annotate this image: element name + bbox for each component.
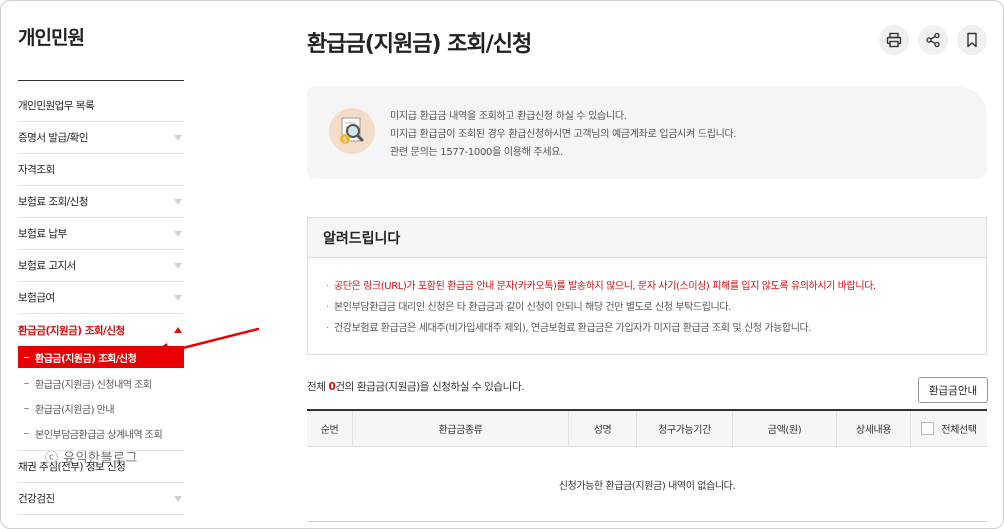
column-header-detail: 상세내용: [837, 411, 911, 446]
annotation-arrow-icon: [145, 327, 260, 361]
chevron-down-icon: [174, 262, 182, 269]
sidebar-item-label: 환급금(지원금) 조회/신청: [18, 324, 125, 337]
select-all-label: 전체선택: [941, 425, 977, 436]
chevron-down-icon: [174, 230, 182, 237]
sidebar-subitem-label: 환급금(지원금) 신청내역 조회: [35, 380, 152, 391]
notice-item: · 본인부담환급금 대리인 신청은 타 환급금과 같이 신청이 안되니 해당 건만…: [326, 302, 731, 313]
sidebar-item-label: 보험급여: [18, 292, 55, 304]
refund-guide-button[interactable]: 환급금안내: [918, 377, 988, 403]
sidebar-item-health-checkup[interactable]: 건강검진: [18, 483, 184, 515]
bookmark-icon: [967, 32, 977, 48]
svg-text:$: $: [343, 136, 347, 144]
sidebar-item-label: 보험료 조회/신청: [18, 196, 89, 208]
page-frame: 개인민원 개인민원업무 목록 증명서 발급/확인 자격조회 보험료 조회/신청 …: [0, 0, 1004, 529]
checkbox-icon: [921, 422, 935, 435]
sidebar-item-label: 보험료 납부: [18, 228, 67, 240]
notice-box: 알려드립니다 · 공단은 링크(URL)가 포함된 환급금 안내 문자(카카오톡)…: [307, 217, 987, 355]
share-button[interactable]: [918, 25, 948, 55]
column-header-number: 순번: [307, 411, 353, 446]
info-line: 미지급 환급금 내역을 조회하고 환급신청 하실 수 있습니다.: [390, 111, 627, 122]
sidebar-subitem-refund-history[interactable]: 환급금(지원금) 신청내역 조회: [18, 371, 184, 396]
sidebar-item-premium-bill[interactable]: 보험료 고지서: [18, 250, 184, 282]
chevron-down-icon: [174, 495, 182, 502]
watermark: ⓒ 유익한블로그: [45, 451, 138, 466]
sidebar-item-label: 건강검진: [18, 493, 55, 505]
sidebar-item-label: 보험료 고지서: [18, 260, 76, 272]
sidebar-item-premium-inquiry[interactable]: 보험료 조회/신청: [18, 186, 184, 218]
table-header: 순번 환급금종류 성명 청구가능기간 금액(원) 상세내용 전체선택: [307, 411, 987, 447]
sidebar-subitem-label: 본인부담금환급금 상계내역 조회: [35, 430, 163, 441]
notice-title: 알려드립니다: [308, 218, 986, 258]
info-line: 관련 문의는 1577-1000을 이용해 주세요.: [390, 147, 564, 158]
sidebar-item-premium-payment[interactable]: 보험료 납부: [18, 218, 184, 250]
dash-icon: [24, 433, 29, 434]
select-all-checkbox[interactable]: 전체선택: [911, 411, 987, 446]
column-header-type: 환급금종류: [353, 411, 569, 446]
column-header-period: 청구가능기간: [637, 411, 733, 446]
refund-table: 순번 환급금종류 성명 청구가능기간 금액(원) 상세내용 전체선택 신청가능한…: [307, 409, 987, 522]
chevron-down-icon: [174, 134, 182, 141]
print-icon: [886, 32, 902, 48]
sidebar-item-label: 자격조회: [18, 164, 55, 176]
sidebar-item-certificate[interactable]: 증명서 발급/확인: [18, 122, 184, 154]
result-summary: 전체 0건의 환급금(지원금)을 신청하실 수 있습니다.: [307, 381, 525, 393]
sidebar-subitem-offset-history[interactable]: 본인부담금환급금 상계내역 조회: [18, 421, 184, 446]
notice-list: · 공단은 링크(URL)가 포함된 환급금 안내 문자(카카오톡)를 발송하지 …: [308, 258, 986, 339]
sidebar-item-civil-list[interactable]: 개인민원업무 목록: [18, 90, 184, 122]
sidebar-subitem-label: 환급금(지원금) 안내: [35, 405, 115, 416]
info-line: 미지급 환급금이 조회된 경우 환급신청하시면 고객님의 예금계좌로 입금시켜 …: [390, 129, 737, 140]
sidebar-divider: [18, 80, 184, 81]
sidebar-subitem-label: 환급금(지원금) 조회/신청: [35, 353, 137, 365]
notice-item-warning: · 공단은 링크(URL)가 포함된 환급금 안내 문자(카카오톡)를 발송하지 …: [326, 281, 876, 292]
column-header-name: 성명: [569, 411, 637, 446]
sidebar-item-benefits[interactable]: 보험급여: [18, 282, 184, 314]
sidebar-item-label: 개인민원업무 목록: [18, 100, 95, 112]
bookmark-button[interactable]: [957, 25, 987, 55]
dash-icon: [24, 383, 29, 384]
dash-icon: [24, 356, 29, 358]
sidebar-subitem-refund-guide[interactable]: 환급금(지원금) 안내: [18, 396, 184, 421]
info-text: 미지급 환급금 내역을 조회하고 환급신청 하실 수 있습니다. 미지급 환급금…: [390, 108, 737, 162]
page-title: 환급금(지원금) 조회/신청: [307, 32, 532, 57]
sidebar-item-label: 증명서 발급/확인: [18, 132, 89, 144]
chevron-down-icon: [174, 198, 182, 205]
table-empty-message: 신청가능한 환급금(지원금) 내역이 없습니다.: [307, 447, 987, 522]
share-icon: [926, 32, 940, 48]
sidebar-title: 개인민원: [18, 27, 85, 49]
sidebar-item-eligibility[interactable]: 자격조회: [18, 154, 184, 186]
print-button[interactable]: [879, 25, 909, 55]
info-box: $ 미지급 환급금 내역을 조회하고 환급신청 하실 수 있습니다. 미지급 환…: [307, 86, 987, 179]
dash-icon: [24, 408, 29, 409]
notice-item: · 건강보험료 환급금은 세대주(비가입세대주 제외), 연금보험료 환급금은 가…: [326, 323, 812, 334]
chevron-down-icon: [174, 294, 182, 301]
refund-search-icon: $: [329, 108, 375, 154]
column-header-amount: 금액(원): [733, 411, 837, 446]
